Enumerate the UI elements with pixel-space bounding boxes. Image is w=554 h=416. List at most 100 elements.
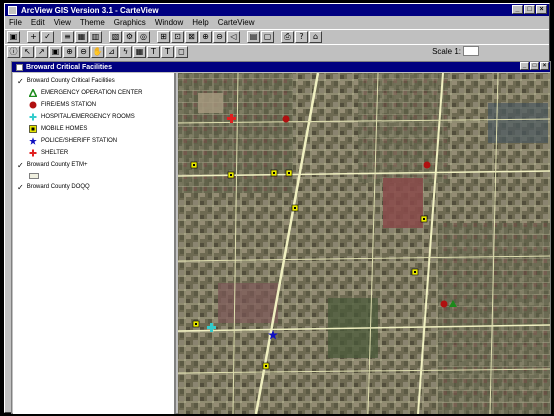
fire-station-icon[interactable] [282,115,290,123]
legend-label: MOBILE HOMES [41,126,88,132]
view-close-button[interactable]: × [540,62,549,70]
mobile-home-icon[interactable] [291,204,299,212]
cross-cyan-icon [29,113,37,121]
text-tool-icon[interactable]: T [161,45,174,58]
clear-selection-icon[interactable]: ▢ [261,30,274,43]
add-theme-icon[interactable]: + [27,30,40,43]
minimize-button[interactable]: _ [512,5,523,14]
legend-item: SHELTER [29,149,68,157]
cross-red-icon [29,149,37,157]
measure-icon[interactable]: ⊿ [105,45,118,58]
identify-icon[interactable]: ⓘ [7,45,20,58]
view-titlebar[interactable]: Broward Critical Facilities _ □ × [12,62,550,72]
legend-item: POLICE/SHERIFF STATION [29,137,117,145]
area-of-interest-icon[interactable]: ▦ [133,45,146,58]
save-project-icon[interactable]: ▣ [7,30,20,43]
edit-legend-icon[interactable]: ≡ [61,30,74,43]
mobile-home-icon[interactable] [227,171,235,179]
zoom-out-icon[interactable]: ⊖ [213,30,226,43]
draw-tool-icon[interactable]: ◻ [175,45,188,58]
menu-help[interactable]: Help [192,18,208,27]
view-icon [16,63,23,71]
legend-item [29,173,39,179]
legend-item: HOSPITAL/EMERGENCY ROOMS [29,113,135,121]
raster-swatch-icon [29,173,39,179]
app-title: ArcView GIS Version 3.1 - CarteView [21,5,159,15]
checkmark-icon[interactable]: ✓ [17,184,24,192]
layout-icon[interactable]: ⎙ [281,30,294,43]
checkmark-icon[interactable]: ✓ [17,78,24,86]
zoom-full-icon[interactable]: ⊞ [157,30,170,43]
fire-station-icon[interactable] [440,300,448,308]
mobile-home-icon[interactable] [270,169,278,177]
star-blue-icon [29,137,37,145]
legend-label: SHELTER [41,150,69,156]
select-feature-icon[interactable]: ▣ [49,45,62,58]
aerial-imagery[interactable] [178,73,550,414]
arcview-app-window: ArcView GIS Version 3.1 - CarteView _ □ … [4,3,551,414]
maximize-button[interactable]: □ [524,5,535,14]
scale-input[interactable] [463,46,479,56]
pointer-icon[interactable]: ↖ [21,45,34,58]
query-builder-icon[interactable]: ⚙ [123,30,136,43]
hotlink-icon[interactable]: ⌂ [309,30,322,43]
mobile-home-icon[interactable] [285,169,293,177]
mobile-home-icon[interactable] [190,161,198,169]
menu-file[interactable]: File [9,18,22,27]
button-bar: ▣ + ✓ ≡ ▦ ▥ ▧ ⚙ ◎ ⊞ ⊡ ⊠ ⊕ ⊖ ◁ ▤ ▢ ⎙ ? ⌂ [5,29,549,43]
zoom-active-icon[interactable]: ⊡ [171,30,184,43]
app-titlebar[interactable]: ArcView GIS Version 3.1 - CarteView _ □ … [5,4,549,16]
previous-extent-icon[interactable]: ◁ [227,30,240,43]
vertex-edit-icon[interactable]: ↗ [35,45,48,58]
menu-view[interactable]: View [54,18,71,27]
mobile-home-icon[interactable] [262,362,270,370]
menu-edit[interactable]: Edit [31,18,45,27]
map-display[interactable] [178,73,550,414]
theme-label: Broward County ETM+ [26,162,88,168]
fire-station-icon[interactable] [423,161,431,169]
mobile-home-icon[interactable] [192,320,200,328]
legend-item: MOBILE HOMES [29,125,87,133]
theme-etm[interactable]: ✓ Broward County ETM+ [17,162,88,170]
theme-properties-icon[interactable]: ✓ [41,30,54,43]
zoom-out-tool-icon[interactable]: ⊖ [77,45,90,58]
theme-critical-facilities[interactable]: ✓ Broward County Critical Facilities [17,78,115,86]
zoom-in-tool-icon[interactable]: ⊕ [63,45,76,58]
pan-icon[interactable]: ✋ [91,45,104,58]
view-title: Broward Critical Facilities [26,63,112,71]
legend-label: FIRE/EMS STATION [41,102,97,108]
legend-label: POLICE/SHERIFF STATION [41,138,118,144]
chart-icon[interactable]: ▥ [89,30,102,43]
mobile-home-icon[interactable] [411,268,419,276]
view-window: Broward Critical Facilities _ □ × ✓ Brow… [11,61,551,414]
theme-doqq[interactable]: ✓ Broward County DOQQ [17,184,90,192]
label-icon[interactable]: T [147,45,160,58]
close-button[interactable]: × [536,5,547,14]
view-maximize-button[interactable]: □ [530,62,539,70]
select-all-icon[interactable]: ▤ [247,30,260,43]
legend-item: FIRE/EMS STATION [29,101,96,109]
select-features-icon[interactable]: ▧ [109,30,122,43]
menu-window[interactable]: Window [155,18,183,27]
menu-theme[interactable]: Theme [80,18,105,27]
menu-bar: File Edit View Theme Graphics Window Hel… [5,17,549,28]
circle-red-icon [29,101,37,109]
hotlink-tool-icon[interactable]: ϟ [119,45,132,58]
scale-label: Scale 1: [432,46,461,56]
open-table-icon[interactable]: ▦ [75,30,88,43]
scale-control: Scale 1: [432,46,479,56]
theme-label: Broward County DOQQ [26,184,90,190]
help-icon[interactable]: ? [295,30,308,43]
locate-icon[interactable]: ◎ [137,30,150,43]
legend-item: EMERGENCY OPERATION CENTER [29,89,142,97]
menu-graphics[interactable]: Graphics [114,18,146,27]
menu-carteview[interactable]: CarteView [218,18,255,27]
legend-label: EMERGENCY OPERATION CENTER [41,90,143,96]
mobile-home-icon[interactable] [420,215,428,223]
table-of-contents[interactable]: ✓ Broward County Critical Facilities EME… [13,73,176,414]
triangle-green-icon [29,89,37,97]
zoom-in-icon[interactable]: ⊕ [199,30,212,43]
view-minimize-button[interactable]: _ [520,62,529,70]
checkmark-icon[interactable]: ✓ [17,162,24,170]
zoom-selected-icon[interactable]: ⊠ [185,30,198,43]
